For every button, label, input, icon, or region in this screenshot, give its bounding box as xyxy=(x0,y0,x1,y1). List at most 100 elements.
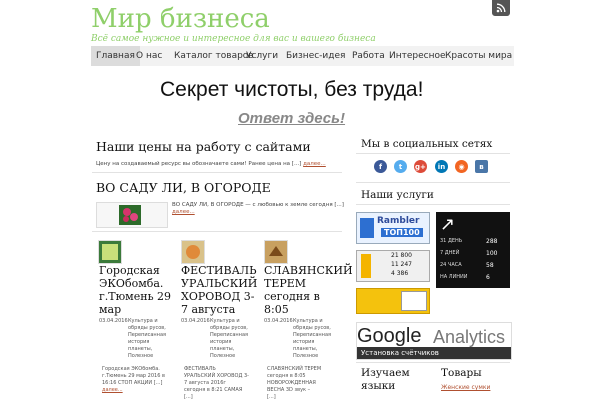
stats-label: 7 ДНЕЙ xyxy=(440,250,460,256)
flower-image xyxy=(119,205,141,225)
post-title-line: Городская xyxy=(99,264,160,277)
post-thumbnail[interactable] xyxy=(181,240,205,264)
post-categories[interactable]: Культура и обряды русов, Переписанная ис… xyxy=(128,318,166,360)
rss-icon[interactable]: ◉ xyxy=(455,160,468,173)
post-title-garden[interactable]: ВО САДУ ЛИ, В ОГОРОДЕ xyxy=(96,180,271,195)
category-line: Полезное xyxy=(128,353,154,359)
excerpt-line: Городская ЭКОбомба. xyxy=(102,366,160,372)
social-heading: Мы в социальных сетях xyxy=(361,138,493,150)
festival-image xyxy=(186,245,200,259)
category-line: планеты, xyxy=(128,346,153,352)
rss-icon xyxy=(496,3,506,13)
post-title-line: ФЕСТИВАЛЬ xyxy=(181,264,257,277)
rambler-top100-label: ТОП100 xyxy=(381,228,423,237)
category-line: Культура и xyxy=(210,318,240,324)
excerpt-line: 16:16 СТОП АКЦИИ [...] xyxy=(102,380,163,386)
excerpt-line: НОВОРОЖДЕННАЯ xyxy=(267,380,316,386)
facebook-icon[interactable]: f xyxy=(374,160,387,173)
category-line: история xyxy=(293,339,315,345)
category-line: Переписанная xyxy=(293,332,332,338)
post-title-ecobomb[interactable]: Городская ЭКОбомба. г.Тюмень 29 мар xyxy=(99,264,171,316)
counter-graph xyxy=(401,291,427,311)
post-title-terem[interactable]: СЛАВЯНСКИЙ ТЕРЕМ сегодня в 8:05 xyxy=(264,264,353,316)
services-heading: Наши услуги xyxy=(361,189,434,201)
banner-link[interactable]: Ответ здесь! xyxy=(238,110,345,127)
post-date: 03.04.2016 xyxy=(99,318,128,324)
vkontakte-icon[interactable]: в xyxy=(475,160,488,173)
category-line: планеты, xyxy=(210,346,235,352)
linkedin-icon[interactable]: in xyxy=(435,160,448,173)
counter-value: 11 247 xyxy=(391,261,412,268)
post-categories[interactable]: Культура и обряды русов, Переписанная ис… xyxy=(210,318,248,360)
category-line: история xyxy=(210,339,232,345)
social-icons: f t g+ in ◉ в xyxy=(374,160,494,176)
nav-item-about[interactable]: О нас xyxy=(131,46,167,66)
post-title-line: 7 августа xyxy=(181,303,236,316)
post-title-line: СЛАВЯНСКИЙ xyxy=(264,264,353,277)
arrow-icon: ↗ xyxy=(440,214,456,235)
post-excerpt: Городская ЭКОбомба. г.Тюмень 29 мар 2016… xyxy=(102,366,165,394)
goods-link-bags[interactable]: Женские сумки xyxy=(441,384,490,391)
stats-counter[interactable]: ↗ 31 ДЕНЬ 288 7 ДНЕЙ 100 24 ЧАСА 58 НА Л… xyxy=(436,212,510,288)
stats-value: 58 xyxy=(486,262,494,269)
post-title-line: мар xyxy=(99,303,122,316)
read-more-link[interactable]: далее... xyxy=(102,387,165,394)
site-title[interactable]: Мир бизнеса xyxy=(91,4,270,34)
category-line: обряды русов, xyxy=(128,325,166,331)
post-title-line: ТЕРЕМ xyxy=(264,277,307,290)
rambler-label: Rambler xyxy=(377,216,420,226)
stats-label: 31 ДЕНЬ xyxy=(440,238,463,244)
eco-bomb-image xyxy=(102,244,118,260)
category-line: Переписанная xyxy=(128,332,167,338)
divider xyxy=(356,182,510,183)
visitor-counter[interactable]: 21 800 11 247 4 386 xyxy=(356,250,430,282)
excerpt-line: СЛАВЯНСКИЙ ТЕРЕМ xyxy=(267,366,322,372)
site-tagline: Всё самое нужное и интересное для вас и … xyxy=(91,34,376,44)
excerpt-line: сегодня в 8:05 xyxy=(267,373,306,379)
terem-image xyxy=(269,246,283,256)
post-title-line: сегодня в xyxy=(264,290,320,303)
post-thumbnail[interactable] xyxy=(96,202,168,228)
post-title-line: 8:05 xyxy=(264,303,289,316)
post-title-prices[interactable]: Наши цены на работу с сайтами xyxy=(96,139,311,154)
category-line: Переписанная xyxy=(210,332,249,338)
post-title-line: УРАЛЬСКИЙ xyxy=(181,277,258,290)
read-more-link[interactable]: далее... xyxy=(303,161,326,167)
category-line: обряды русов, xyxy=(293,325,331,331)
excerpt-line: ФЕСТИВАЛЬ xyxy=(184,366,216,372)
main-nav: Главная О нас Каталог товаров Услуги Биз… xyxy=(91,46,514,66)
post-thumbnail[interactable] xyxy=(98,240,122,264)
nav-item-business-idea[interactable]: Бизнес-идея xyxy=(281,46,350,66)
rss-button[interactable] xyxy=(492,0,510,16)
analytics-label: Analytics xyxy=(433,327,506,347)
nav-item-world-beauty[interactable]: Красоты мира xyxy=(440,46,517,66)
post-categories[interactable]: Культура и обряды русов, Переписанная ис… xyxy=(293,318,331,360)
google-analytics-banner[interactable]: Google Analytics Установка счётчиков xyxy=(356,322,512,360)
divider xyxy=(92,172,342,173)
excerpt-line: сегодня в 8:21 САМАЯ xyxy=(184,387,243,393)
post-date: 03.04.2016 xyxy=(264,318,293,324)
post-date: 03.04.2016 xyxy=(181,318,210,324)
stats-label: НА ЛИНИИ xyxy=(440,274,468,280)
google-plus-icon[interactable]: g+ xyxy=(414,160,427,173)
read-more-link[interactable]: далее... xyxy=(172,208,195,216)
category-line: история xyxy=(128,339,150,345)
excerpt-line: г.Тюмень 29 мар 2016 в xyxy=(102,373,165,379)
category-line: планеты, xyxy=(293,346,318,352)
nav-item-services[interactable]: Услуги xyxy=(241,46,283,66)
liveinternet-counter[interactable] xyxy=(356,288,430,314)
twitter-icon[interactable]: t xyxy=(394,160,407,173)
category-line: обряды русов, xyxy=(210,325,248,331)
counter-logo-icon xyxy=(361,254,371,278)
divider xyxy=(92,231,342,232)
category-line: Полезное xyxy=(210,353,236,359)
post-excerpt: ФЕСТИВАЛЬ УРАЛЬСКИЙ ХОРОВОД 3- 7 августа… xyxy=(184,366,249,401)
post-title-line: ХОРОВОД 3- xyxy=(181,290,255,303)
divider xyxy=(356,153,510,154)
excerpt-line: ВЕСНА 3D звук – xyxy=(267,387,311,393)
post-thumbnail[interactable] xyxy=(264,240,288,264)
stats-value: 100 xyxy=(486,250,498,257)
post-title-festival[interactable]: ФЕСТИВАЛЬ УРАЛЬСКИЙ ХОРОВОД 3- 7 августа xyxy=(181,264,257,316)
rambler-top100-badge[interactable]: Rambler ТОП100 xyxy=(356,212,430,244)
stats-value: 6 xyxy=(486,274,490,281)
